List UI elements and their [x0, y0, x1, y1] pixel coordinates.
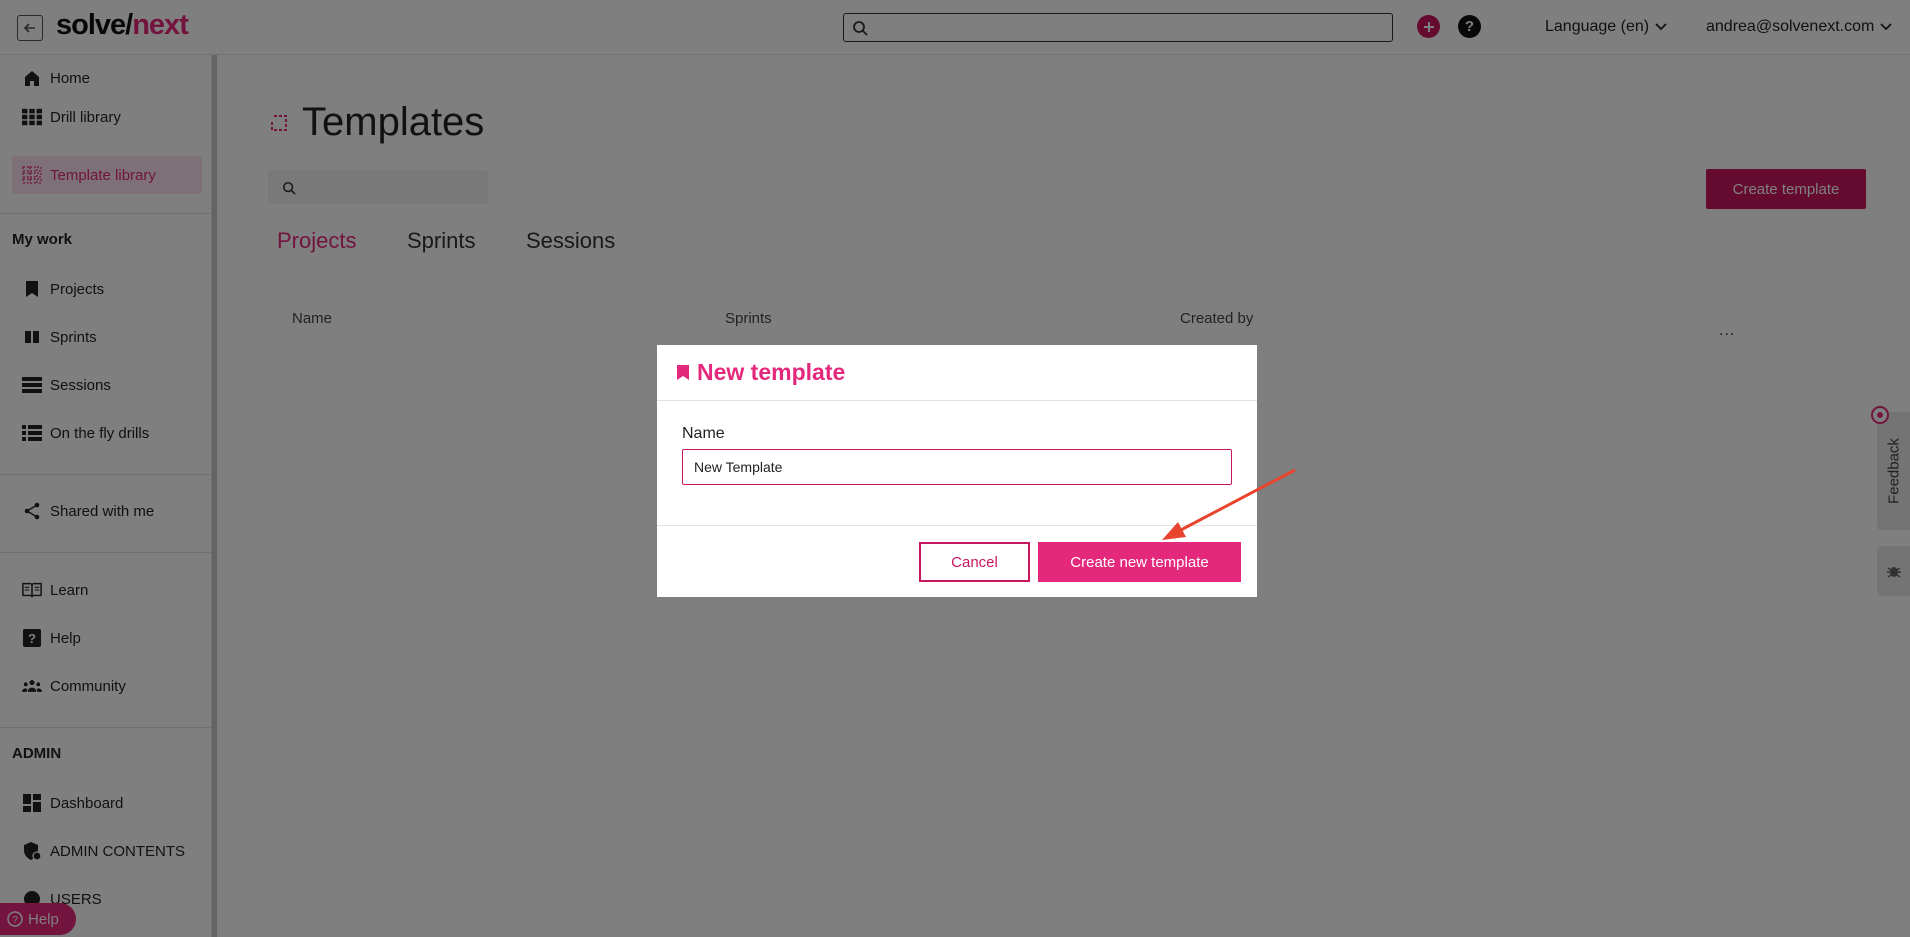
create-new-template-button[interactable]: Create new template [1038, 542, 1241, 582]
new-template-dialog: New template Name Cancel Create new temp… [657, 345, 1257, 597]
cancel-button[interactable]: Cancel [919, 542, 1030, 582]
name-field-label: Name [682, 425, 725, 442]
dialog-header: New template [657, 345, 1257, 401]
template-name-input[interactable] [682, 449, 1232, 485]
dialog-title: New template [697, 359, 846, 385]
dialog-footer-divider [657, 525, 1257, 526]
bookmark-icon [677, 365, 689, 380]
